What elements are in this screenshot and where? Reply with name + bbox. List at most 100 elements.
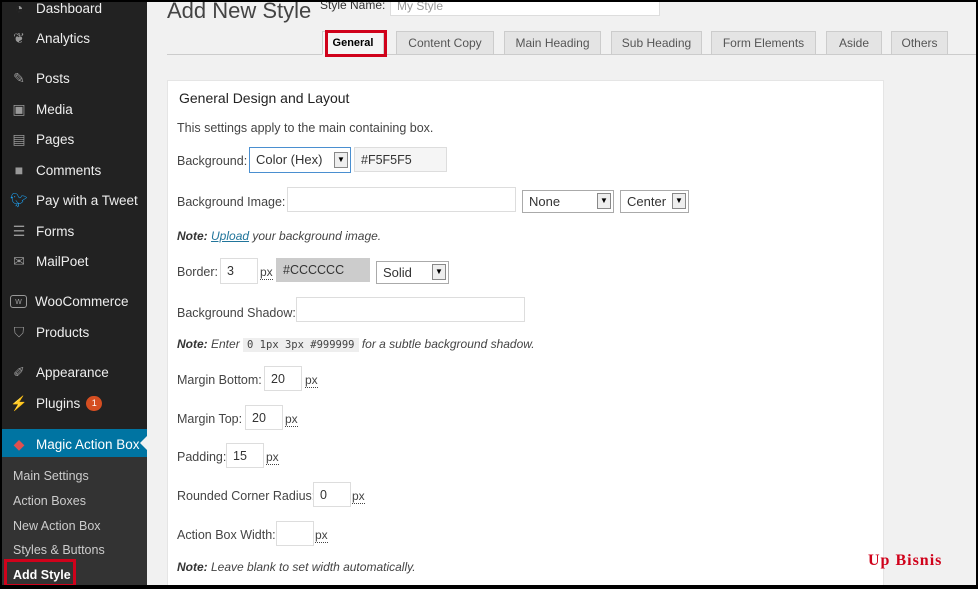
submenu-styles-buttons[interactable]: Styles & Buttons xyxy=(13,543,105,557)
sidebar-item-posts[interactable]: ✎ Posts xyxy=(2,64,147,92)
pages-icon: ▤ xyxy=(12,130,26,147)
brush-icon: ✐ xyxy=(13,363,25,380)
radius-input[interactable]: 0 xyxy=(313,482,351,507)
note-label: Note: xyxy=(177,560,208,574)
sidebar-item-woocommerce[interactable]: w WooCommerce xyxy=(2,287,147,315)
shadow-note-post: for a subtle background shadow. xyxy=(358,337,535,351)
margin-bottom-px-unit: px xyxy=(305,373,318,388)
margin-top-px-unit: px xyxy=(285,412,298,427)
upload-note: Note: Upload your background image. xyxy=(177,229,381,243)
sidebar-item-comments[interactable]: ■ Comments xyxy=(2,156,147,184)
background-color-field[interactable]: #F5F5F5 xyxy=(354,147,447,172)
sidebar-item-analytics[interactable]: ❦ Analytics xyxy=(2,24,147,52)
sidebar-item-dashboard[interactable]: ◔ Dashboard xyxy=(2,2,147,22)
tab-content-copy[interactable]: Content Copy xyxy=(396,31,494,55)
upload-link[interactable]: Upload xyxy=(211,229,249,243)
note-label: Note: xyxy=(177,337,208,351)
submenu-main-settings[interactable]: Main Settings xyxy=(13,469,89,483)
bg-image-label: Background Image: xyxy=(177,195,286,209)
cube-icon: ◆ xyxy=(13,435,25,452)
page-title: Add New Style xyxy=(167,2,312,23)
width-input[interactable] xyxy=(276,521,314,546)
sidebar-item-products[interactable]: ⛉ Products xyxy=(2,318,147,346)
background-type-select[interactable]: Color (Hex) ▼ xyxy=(249,147,351,173)
sidebar-item-media[interactable]: ▣ Media xyxy=(2,95,147,123)
border-style-select[interactable]: Solid ▼ xyxy=(376,261,449,284)
chevron-down-icon: ▼ xyxy=(597,193,611,209)
sidebar-item-appearance[interactable]: ✐ Appearance xyxy=(2,358,147,386)
border-label: Border: xyxy=(177,265,218,279)
tab-others[interactable]: Others xyxy=(891,31,948,55)
style-name-label: Style Name: xyxy=(320,2,386,12)
plug-icon: ⚡ xyxy=(10,394,28,411)
padding-px-unit: px xyxy=(266,450,279,465)
padding-label: Padding: xyxy=(177,450,227,464)
tab-form-elements[interactable]: Form Elements xyxy=(711,31,816,55)
bg-position-select[interactable]: Center ▼ xyxy=(620,190,689,213)
note-label: Note: xyxy=(177,229,208,243)
screen: ◔ Dashboard ❦ Analytics ✎ Posts ▣ Media … xyxy=(2,2,976,585)
plugins-update-badge: 1 xyxy=(86,395,103,411)
bg-repeat-value: None xyxy=(529,194,561,209)
width-note: Note: Leave blank to set width automatic… xyxy=(177,560,416,574)
analytics-icon: ❦ xyxy=(13,29,25,46)
background-type-value: Color (Hex) xyxy=(256,152,323,167)
bg-position-value: Center xyxy=(627,194,667,209)
forms-icon: ☰ xyxy=(12,222,26,239)
sidebar-item-plugins[interactable]: ⚡ Plugins 1 xyxy=(2,389,147,417)
width-note-text: Leave blank to set width automatically. xyxy=(207,560,416,574)
shadow-note-code: 0 1px 3px #999999 xyxy=(243,338,359,352)
margin-top-input[interactable]: 20 xyxy=(245,405,283,430)
media-icon: ▣ xyxy=(12,100,26,117)
highlight-box-general-tab xyxy=(325,30,387,57)
submenu-action-boxes[interactable]: Action Boxes xyxy=(13,494,86,508)
border-color-field[interactable]: #CCCCCC xyxy=(276,258,370,282)
radius-label: Rounded Corner Radius: xyxy=(177,489,316,503)
admin-sidebar: ◔ Dashboard ❦ Analytics ✎ Posts ▣ Media … xyxy=(2,2,147,585)
sidebar-item-pages[interactable]: ▤ Pages xyxy=(2,125,147,153)
cart-icon: ⛉ xyxy=(13,323,25,340)
margin-top-label: Margin Top: xyxy=(177,412,243,426)
background-label: Background: xyxy=(177,154,248,168)
panel-heading: General Design and Layout xyxy=(179,90,350,106)
main-content: Add New Style Style Name: My Style Gener… xyxy=(147,2,976,585)
padding-input[interactable]: 15 xyxy=(226,443,264,468)
upload-note-text: your background image. xyxy=(249,229,382,243)
panel-intro: This settings apply to the main containi… xyxy=(177,121,434,135)
general-settings-panel: General Design and Layout This settings … xyxy=(167,80,884,585)
margin-bottom-label: Margin Bottom: xyxy=(177,373,262,387)
border-px-unit: px xyxy=(260,265,273,280)
chevron-down-icon: ▼ xyxy=(432,264,446,280)
width-px-unit: px xyxy=(315,528,328,543)
style-name-input[interactable]: My Style xyxy=(390,2,660,16)
watermark: Up Bisnis xyxy=(868,552,943,569)
tab-main-heading[interactable]: Main Heading xyxy=(504,31,601,55)
sidebar-item-magic-action-box[interactable]: ◆ Magic Action Box xyxy=(2,429,147,459)
highlight-box-add-style xyxy=(4,559,76,585)
margin-bottom-input[interactable]: 20 xyxy=(264,366,302,391)
chevron-down-icon: ▼ xyxy=(672,193,686,209)
woo-icon: w xyxy=(10,294,27,308)
twitter-icon: 🐦︎ xyxy=(10,191,28,208)
bg-image-input[interactable] xyxy=(287,187,516,212)
comment-icon: ■ xyxy=(14,162,24,178)
pin-icon: ✎ xyxy=(13,69,25,86)
active-indicator xyxy=(140,436,147,450)
border-style-value: Solid xyxy=(383,265,412,280)
border-width-input[interactable]: 3 xyxy=(220,258,258,284)
width-label: Action Box Width: xyxy=(177,528,276,542)
submenu-new-action-box[interactable]: New Action Box xyxy=(13,519,101,533)
bg-repeat-select[interactable]: None ▼ xyxy=(522,190,614,213)
shadow-note-pre: Enter xyxy=(207,337,244,351)
bg-shadow-input[interactable] xyxy=(296,297,525,322)
chevron-down-icon: ▼ xyxy=(334,152,348,168)
sidebar-item-mailpoet[interactable]: ✉ MailPoet xyxy=(2,247,147,275)
radius-px-unit: px xyxy=(352,489,365,504)
bg-shadow-label: Background Shadow: xyxy=(177,306,296,320)
dashboard-icon: ◔ xyxy=(14,2,24,16)
sidebar-item-pay-with-a-tweet[interactable]: 🐦︎ Pay with a Tweet xyxy=(2,186,147,214)
tab-aside[interactable]: Aside xyxy=(826,31,882,55)
tab-sub-heading[interactable]: Sub Heading xyxy=(611,31,702,55)
sidebar-item-forms[interactable]: ☰ Forms xyxy=(2,217,147,245)
shadow-note: Note: Enter 0 1px 3px #999999 for a subt… xyxy=(177,337,535,352)
